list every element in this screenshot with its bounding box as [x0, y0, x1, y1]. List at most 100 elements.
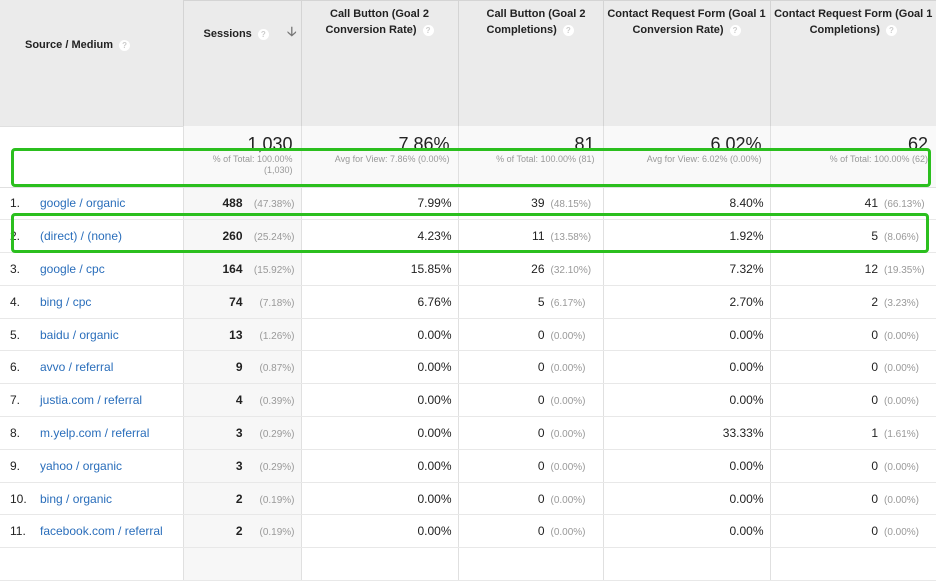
form-rate-value: 0.00%: [729, 492, 763, 506]
source-cell: 10.bing / organic: [0, 482, 183, 515]
total-form-rate: 6.02% Avg for View: 6.02% (0.00%): [603, 126, 770, 187]
call-rate-value: 0.00%: [417, 393, 451, 407]
sessions-value: 2: [236, 524, 243, 538]
source-medium-link[interactable]: bing / organic: [40, 492, 112, 506]
source-cell: 8.m.yelp.com / referral: [0, 417, 183, 450]
form-completions-percent: (1.61%): [878, 429, 930, 440]
form-completions-percent: (0.00%): [878, 396, 930, 407]
column-header-label-line1: Contact Request Form (Goal 1: [604, 6, 770, 22]
table-row: 5.baidu / organic13(1.26%)0.00%0(0.00%)0…: [0, 318, 936, 351]
call-completions-percent: (6.17%): [545, 298, 597, 309]
sessions-percent: (7.18%): [243, 298, 295, 309]
table-row: 4.bing / cpc74(7.18%)6.76%5(6.17%)2.70%2…: [0, 285, 936, 318]
call-rate-cell: 0.00%: [301, 449, 458, 482]
column-header-label-line2: Completions): [487, 24, 557, 36]
row-index: 1.: [10, 196, 40, 210]
source-medium-link[interactable]: google / cpc: [40, 262, 105, 276]
call-completions-value: 0: [538, 524, 545, 538]
column-header-label-line1: Call Button (Goal 2: [487, 6, 603, 22]
call-completions-value: 26: [531, 262, 544, 276]
source-medium-link[interactable]: (direct) / (none): [40, 229, 122, 243]
form-completions-cell: 0(0.00%): [770, 449, 936, 482]
call-completions-cell: 0(0.00%): [458, 482, 603, 515]
column-header-label-line2: Conversion Rate): [325, 24, 416, 36]
column-header-form-completions[interactable]: Contact Request Form (Goal 1 Completions…: [770, 1, 936, 127]
sessions-value: 3: [236, 426, 243, 440]
total-call-completions: 81 % of Total: 100.00% (81): [458, 126, 603, 187]
sessions-percent: (0.39%): [243, 396, 295, 407]
column-header-call-completions[interactable]: Call Button (Goal 2 Completions)?: [458, 1, 603, 127]
call-rate-cell: 0.00%: [301, 351, 458, 384]
row-index: 11.: [10, 524, 40, 538]
source-cell: 5.baidu / organic: [0, 318, 183, 351]
call-rate-value: 0.00%: [417, 492, 451, 506]
source-cell: 11.facebook.com / referral: [0, 515, 183, 548]
dimension-header[interactable]: Source / Medium?: [0, 1, 183, 127]
source-medium-link[interactable]: baidu / organic: [40, 328, 119, 342]
form-completions-value: 0: [871, 328, 878, 342]
total-sessions: 1,030 % of Total: 100.00% (1,030): [183, 126, 301, 187]
source-medium-link[interactable]: google / organic: [40, 196, 125, 210]
source-cell: 2.(direct) / (none): [0, 220, 183, 253]
form-rate-cell: 0.00%: [603, 449, 770, 482]
help-circle-icon[interactable]: ?: [258, 29, 269, 40]
form-rate-value: 0.00%: [729, 360, 763, 374]
call-rate-value: 0.00%: [417, 360, 451, 374]
call-completions-percent: (0.00%): [545, 527, 597, 538]
call-completions-value: 5: [538, 295, 545, 309]
call-completions-cell: 0(0.00%): [458, 515, 603, 548]
source-medium-link[interactable]: avvo / referral: [40, 360, 113, 374]
call-completions-value: 0: [538, 328, 545, 342]
table-row: 8.m.yelp.com / referral3(0.29%)0.00%0(0.…: [0, 417, 936, 450]
total-value: 7.86%: [302, 134, 450, 154]
call-rate-cell: 0.00%: [301, 318, 458, 351]
call-completions-value: 0: [538, 360, 545, 374]
total-form-completions: 62 % of Total: 100.00% (62): [770, 126, 936, 187]
table-row-partial: [0, 548, 936, 581]
call-completions-cell: 0(0.00%): [458, 449, 603, 482]
totals-label-cell: [0, 126, 183, 187]
column-header-label-line1: Contact Request Form (Goal 1: [771, 6, 936, 22]
column-header-call-rate[interactable]: Call Button (Goal 2 Conversion Rate)?: [301, 1, 458, 127]
help-circle-icon[interactable]: ?: [730, 25, 741, 36]
arrow-down-icon[interactable]: 🡣: [287, 24, 296, 40]
empty-cell: [603, 548, 770, 581]
sessions-value: 13: [229, 328, 242, 342]
total-call-rate: 7.86% Avg for View: 7.86% (0.00%): [301, 126, 458, 187]
column-header-sessions[interactable]: Sessions? 🡣: [183, 1, 301, 127]
call-completions-percent: (0.00%): [545, 396, 597, 407]
form-rate-value: 0.00%: [729, 393, 763, 407]
call-completions-cell: 39(48.15%): [458, 187, 603, 220]
sessions-percent: (0.19%): [243, 527, 295, 538]
source-medium-link[interactable]: yahoo / organic: [40, 459, 122, 473]
column-header-form-rate[interactable]: Contact Request Form (Goal 1 Conversion …: [603, 1, 770, 127]
help-circle-icon[interactable]: ?: [119, 40, 130, 51]
call-completions-cell: 26(32.10%): [458, 253, 603, 286]
form-completions-percent: (3.23%): [878, 298, 930, 309]
sessions-value: 164: [222, 262, 242, 276]
total-subtext: % of Total: 100.00% (81): [459, 154, 595, 165]
sessions-percent: (0.19%): [243, 495, 295, 506]
source-medium-link[interactable]: facebook.com / referral: [40, 524, 163, 538]
call-rate-cell: 0.00%: [301, 384, 458, 417]
help-circle-icon[interactable]: ?: [423, 25, 434, 36]
source-medium-link[interactable]: justia.com / referral: [40, 393, 142, 407]
sessions-value: 2: [236, 492, 243, 506]
sessions-value: 9: [236, 360, 243, 374]
call-rate-cell: 0.00%: [301, 482, 458, 515]
empty-cell: [183, 548, 301, 581]
form-completions-percent: (0.00%): [878, 363, 930, 374]
help-circle-icon[interactable]: ?: [886, 25, 897, 36]
row-index: 9.: [10, 459, 40, 473]
form-completions-percent: (8.06%): [878, 232, 930, 243]
form-completions-percent: (19.35%): [878, 265, 930, 276]
source-medium-link[interactable]: m.yelp.com / referral: [40, 426, 149, 440]
call-rate-value: 0.00%: [417, 524, 451, 538]
call-completions-value: 0: [538, 426, 545, 440]
sessions-percent: (0.29%): [243, 429, 295, 440]
help-circle-icon[interactable]: ?: [563, 25, 574, 36]
source-medium-link[interactable]: bing / cpc: [40, 295, 91, 309]
form-completions-value: 0: [871, 393, 878, 407]
call-rate-value: 7.99%: [417, 196, 451, 210]
sessions-value: 488: [222, 196, 242, 210]
